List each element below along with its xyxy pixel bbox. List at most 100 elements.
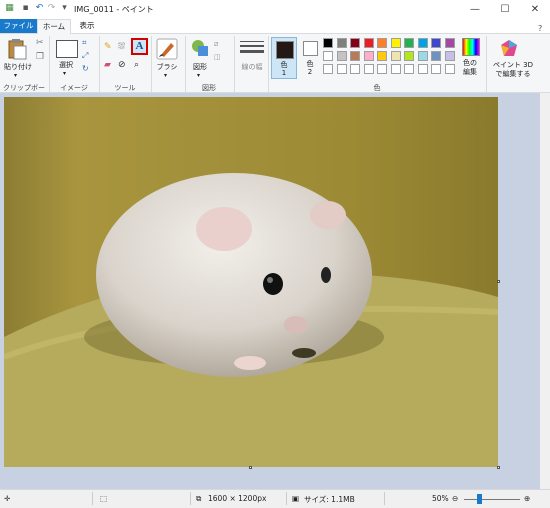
redo-quick-icon[interactable]: ↷ [46,3,57,14]
palette-swatch[interactable] [323,64,333,74]
palette-swatch[interactable] [404,51,414,61]
file-size: サイズ: 1.1MB [304,495,355,504]
minimize-button[interactable]: — [460,0,490,19]
palette-swatch[interactable] [363,38,374,48]
image-size-icon: ⧉ [196,494,202,503]
palette-swatch[interactable] [431,64,441,74]
hamster-ear-right [310,201,346,229]
shapes-button[interactable] [190,38,210,58]
brushes-button[interactable] [155,37,179,61]
palette-swatch[interactable] [417,38,428,48]
edit-colors-icon[interactable] [462,38,480,56]
customize-quick-access-icon[interactable]: ▾ [59,3,70,14]
palette-swatch[interactable] [350,38,360,48]
tab-file[interactable]: ファイル [0,19,37,33]
shapes-icon [192,40,208,56]
rotate-icon[interactable]: ↻ [82,64,89,73]
hamster-nose [284,316,308,334]
palette-swatch[interactable] [336,38,347,48]
palette-swatch[interactable] [390,64,401,74]
palette-swatch[interactable] [444,51,455,61]
separator [234,36,235,92]
vertical-scrollbar[interactable] [540,93,550,489]
help-icon[interactable]: ? [538,24,542,33]
tab-home[interactable]: ホーム [37,19,71,34]
color-picker-icon[interactable]: ⊘ [118,60,126,70]
paint-app-icon: ▦ [5,3,14,13]
palette-swatch[interactable] [363,64,374,74]
save-quick-icon[interactable]: ▪ [20,3,31,14]
paint3d-icon [501,40,517,56]
separator [268,36,269,92]
paint3d-label-2: で編集する [495,70,531,78]
palette-swatch[interactable] [404,38,414,48]
palette-swatch[interactable] [323,38,333,48]
palette-swatch[interactable] [444,64,455,74]
palette-swatch[interactable] [336,51,347,61]
undo-quick-icon[interactable]: ↶ [34,3,45,14]
close-button[interactable]: ✕ [520,0,550,19]
pencil-icon[interactable]: ✎ [104,42,112,52]
palette-swatch[interactable] [390,38,401,48]
zoom-out-icon[interactable]: ⊖ [452,494,458,503]
select-dropdown-icon[interactable]: ▾ [63,70,66,77]
paste-button[interactable] [6,38,28,62]
select-button[interactable] [56,40,78,58]
color2-button[interactable]: 色 2 [299,37,321,79]
copy-icon[interactable]: ❐ [36,52,44,62]
palette-swatch[interactable] [377,64,387,74]
zoom-slider-track[interactable] [464,499,520,500]
zoom-in-icon[interactable]: ⊕ [524,494,530,503]
eraser-icon[interactable]: ▰ [104,60,111,70]
fill-icon[interactable]: ⛆ [118,42,125,52]
crop-icon[interactable]: ⌗ [82,38,87,48]
zoom-slider-thumb[interactable] [477,494,483,504]
palette-swatch[interactable] [431,38,441,48]
shapes-dropdown-icon[interactable]: ▾ [197,72,200,79]
palette-swatch[interactable] [417,51,428,61]
color1-button[interactable]: 色 1 [271,37,297,79]
text-tool-button[interactable]: A [131,38,148,55]
edit-colors-label-2: 編集 [463,68,477,76]
select-label: 選択 [59,61,73,69]
brushes-dropdown-icon[interactable]: ▾ [164,72,167,79]
palette-swatch[interactable] [323,51,333,61]
color2-swatch [303,41,318,56]
palette-swatch[interactable] [377,38,387,48]
paint3d-button[interactable] [500,39,518,57]
palette-swatch[interactable] [350,64,360,74]
palette-swatch[interactable] [390,51,401,61]
separator [286,492,287,505]
cursor-position-icon: ✛ [4,494,11,503]
palette-swatch[interactable] [444,38,455,48]
outline-icon[interactable]: ⧄ [214,40,218,49]
palette-swatch[interactable] [417,64,428,74]
palette-swatch[interactable] [363,51,374,61]
image-canvas[interactable] [4,97,498,467]
seed [292,348,316,358]
resize-handle-right[interactable] [497,280,500,283]
paste-dropdown-icon[interactable]: ▾ [14,72,17,79]
magnifier-icon[interactable]: ⌕ [134,60,139,70]
shapes-label: 図形 [193,63,207,71]
tab-view[interactable]: 表示 [73,19,101,33]
resize-handle-bottom[interactable] [249,466,252,469]
fill-shape-icon[interactable]: ◫ [214,53,221,61]
hamster-paw [234,356,266,370]
resize-icon[interactable]: ⤢ [82,51,88,61]
resize-handle-corner[interactable] [497,466,500,469]
hamster-photo [4,97,498,467]
separator [486,36,487,92]
brushes-label: ブラシ [156,63,178,71]
palette-swatch[interactable] [404,64,414,74]
cut-icon[interactable]: ✂ [36,38,44,48]
palette-swatch[interactable] [350,51,360,61]
shapes-group-label: 図形 [202,84,216,92]
paste-label: 貼り付け [4,63,32,71]
palette-swatch[interactable] [336,64,347,74]
brush-icon [156,38,178,60]
palette-swatch[interactable] [431,51,441,61]
maximize-button[interactable]: ☐ [490,0,520,19]
stroke-width-button[interactable] [240,40,264,56]
palette-swatch[interactable] [377,51,387,61]
